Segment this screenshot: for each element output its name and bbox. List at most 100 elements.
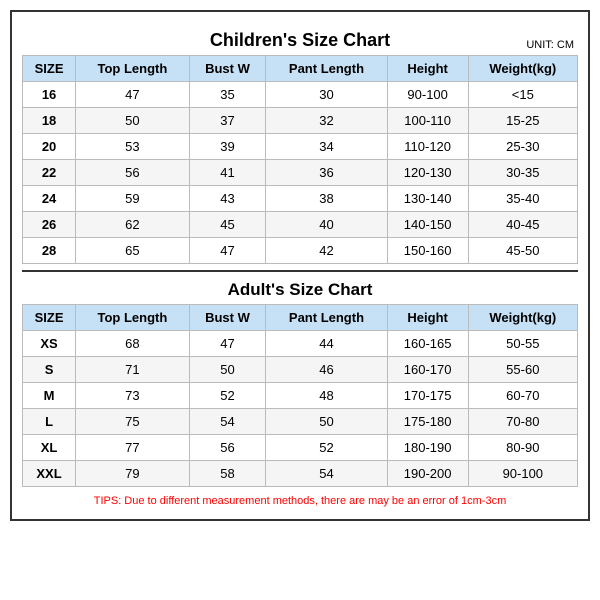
adult-cell: XXL	[23, 461, 76, 487]
children-cell: 40	[266, 212, 387, 238]
children-cell: 32	[266, 108, 387, 134]
children-table-row: 28654742150-16045-50	[23, 238, 578, 264]
adult-table-row: XXL795854190-20090-100	[23, 461, 578, 487]
children-cell: 35-40	[468, 186, 577, 212]
adult-cell: 52	[266, 435, 387, 461]
adult-cell: 77	[76, 435, 190, 461]
children-cell: 30	[266, 82, 387, 108]
children-cell: 37	[189, 108, 266, 134]
children-cell: 50	[76, 108, 190, 134]
children-col-header: SIZE	[23, 56, 76, 82]
adult-table: SIZETop LengthBust WPant LengthHeightWei…	[22, 304, 578, 487]
adult-cell: 170-175	[387, 383, 468, 409]
children-cell: 90-100	[387, 82, 468, 108]
children-cell: 56	[76, 160, 190, 186]
children-col-header: Weight(kg)	[468, 56, 577, 82]
adult-cell: 60-70	[468, 383, 577, 409]
children-col-header: Height	[387, 56, 468, 82]
children-cell: 28	[23, 238, 76, 264]
children-cell: 42	[266, 238, 387, 264]
children-cell: 35	[189, 82, 266, 108]
adult-cell: 68	[76, 331, 190, 357]
main-container: Children's Size Chart UNIT: CM SIZETop L…	[10, 10, 590, 521]
children-cell: 22	[23, 160, 76, 186]
children-cell: <15	[468, 82, 577, 108]
children-cell: 30-35	[468, 160, 577, 186]
children-table-row: 1647353090-100<15	[23, 82, 578, 108]
adult-cell: 180-190	[387, 435, 468, 461]
adult-cell: 46	[266, 357, 387, 383]
children-cell: 45	[189, 212, 266, 238]
adult-cell: 71	[76, 357, 190, 383]
adult-col-header: Top Length	[76, 305, 190, 331]
children-cell: 25-30	[468, 134, 577, 160]
adult-col-header: Bust W	[189, 305, 266, 331]
adult-cell: S	[23, 357, 76, 383]
adult-cell: 160-170	[387, 357, 468, 383]
adult-col-header: Pant Length	[266, 305, 387, 331]
children-cell: 150-160	[387, 238, 468, 264]
children-table-row: 20533934110-12025-30	[23, 134, 578, 160]
adult-cell: M	[23, 383, 76, 409]
unit-label: UNIT: CM	[526, 39, 574, 51]
adult-table-row: L755450175-18070-80	[23, 409, 578, 435]
adult-title: Adult's Size Chart	[22, 270, 578, 304]
adult-cell: 50	[189, 357, 266, 383]
children-cell: 40-45	[468, 212, 577, 238]
children-cell: 43	[189, 186, 266, 212]
children-cell: 20	[23, 134, 76, 160]
children-col-header: Top Length	[76, 56, 190, 82]
adult-cell: 90-100	[468, 461, 577, 487]
children-table-row: 22564136120-13030-35	[23, 160, 578, 186]
adult-cell: 160-165	[387, 331, 468, 357]
children-col-header: Bust W	[189, 56, 266, 82]
adult-cell: 48	[266, 383, 387, 409]
children-cell: 26	[23, 212, 76, 238]
adult-header-row: SIZETop LengthBust WPant LengthHeightWei…	[23, 305, 578, 331]
children-table-row: 26624540140-15040-45	[23, 212, 578, 238]
adult-col-header: Height	[387, 305, 468, 331]
children-cell: 24	[23, 186, 76, 212]
children-cell: 15-25	[468, 108, 577, 134]
adult-cell: XL	[23, 435, 76, 461]
children-cell: 45-50	[468, 238, 577, 264]
children-cell: 53	[76, 134, 190, 160]
adult-cell: 80-90	[468, 435, 577, 461]
children-cell: 140-150	[387, 212, 468, 238]
adult-table-row: XL775652180-19080-90	[23, 435, 578, 461]
children-cell: 65	[76, 238, 190, 264]
adult-cell: 79	[76, 461, 190, 487]
children-cell: 39	[189, 134, 266, 160]
adult-col-header: SIZE	[23, 305, 76, 331]
adult-cell: L	[23, 409, 76, 435]
children-cell: 16	[23, 82, 76, 108]
children-cell: 120-130	[387, 160, 468, 186]
children-cell: 62	[76, 212, 190, 238]
adult-cell: 175-180	[387, 409, 468, 435]
children-table: SIZETop LengthBust WPant LengthHeightWei…	[22, 55, 578, 264]
adult-cell: 47	[189, 331, 266, 357]
adult-cell: 52	[189, 383, 266, 409]
adult-cell: 54	[189, 409, 266, 435]
adult-cell: XS	[23, 331, 76, 357]
children-cell: 18	[23, 108, 76, 134]
adult-cell: 73	[76, 383, 190, 409]
adult-cell: 44	[266, 331, 387, 357]
children-table-row: 24594338130-14035-40	[23, 186, 578, 212]
children-cell: 47	[189, 238, 266, 264]
children-col-header: Pant Length	[266, 56, 387, 82]
children-cell: 100-110	[387, 108, 468, 134]
adult-cell: 50	[266, 409, 387, 435]
children-cell: 41	[189, 160, 266, 186]
adult-col-header: Weight(kg)	[468, 305, 577, 331]
adult-table-row: S715046160-17055-60	[23, 357, 578, 383]
adult-cell: 75	[76, 409, 190, 435]
adult-cell: 55-60	[468, 357, 577, 383]
children-cell: 110-120	[387, 134, 468, 160]
adult-cell: 58	[189, 461, 266, 487]
children-cell: 130-140	[387, 186, 468, 212]
children-table-row: 18503732100-11015-25	[23, 108, 578, 134]
children-cell: 34	[266, 134, 387, 160]
children-cell: 59	[76, 186, 190, 212]
children-cell: 36	[266, 160, 387, 186]
